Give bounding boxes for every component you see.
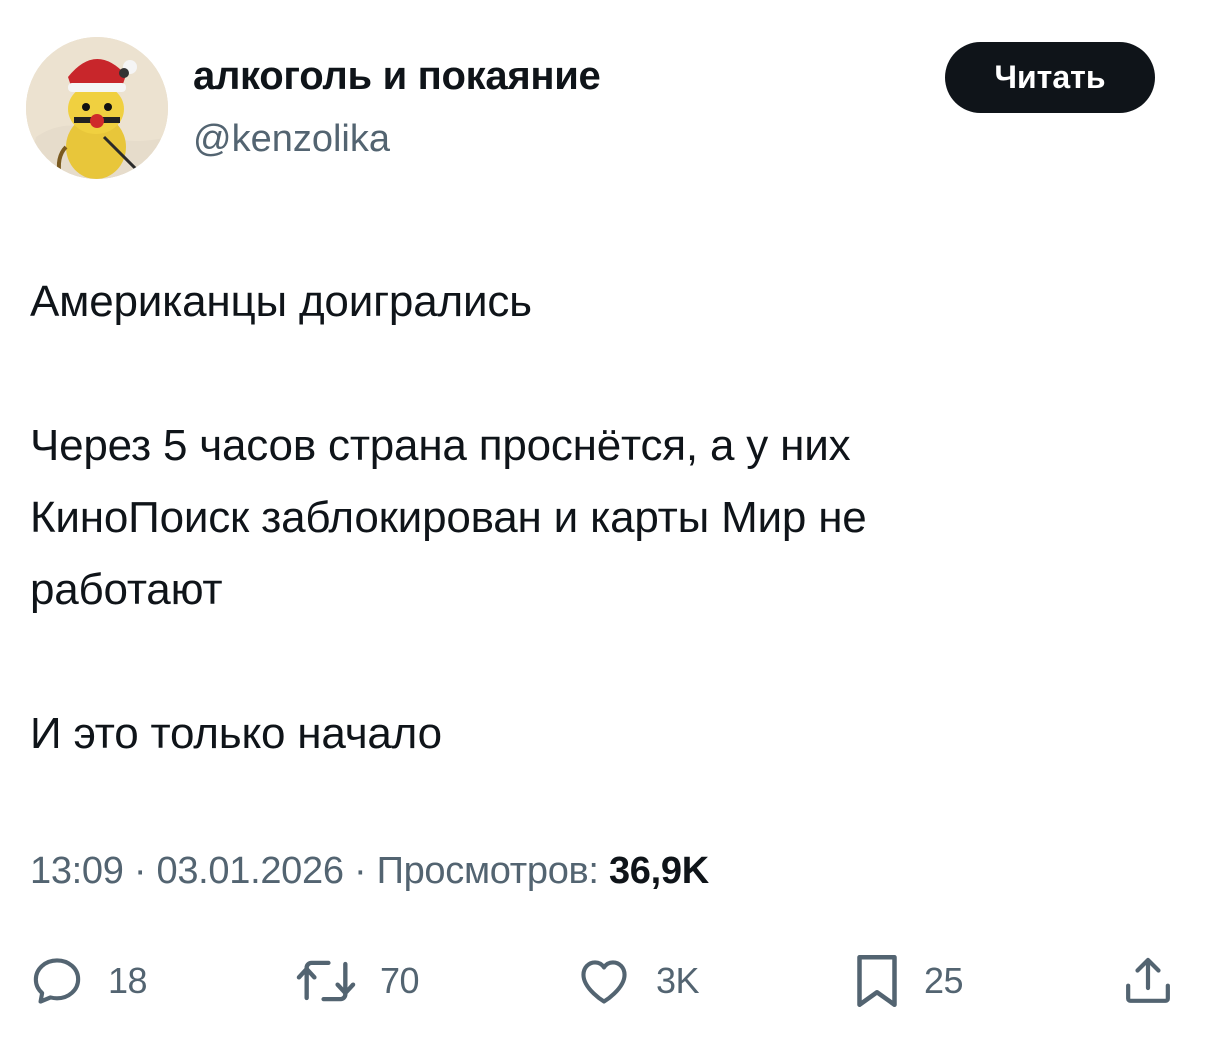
meta-separator: · — [133, 850, 147, 892]
tweet-date[interactable]: 03.01.2026 — [156, 850, 343, 892]
meta-separator: · — [353, 850, 367, 892]
author-handle[interactable]: @kenzolika — [193, 118, 390, 161]
retweet-icon — [296, 960, 356, 1002]
tweet-time[interactable]: 13:09 — [30, 850, 124, 892]
heart-icon — [581, 960, 627, 1004]
bookmark-icon — [857, 955, 897, 1007]
tweet-meta: 13:09 · 03.01.2026 · Просмотров: 36,9K — [30, 850, 709, 893]
avatar[interactable] — [26, 37, 168, 179]
bookmark-button[interactable]: 25 — [852, 946, 964, 1016]
reply-count: 18 — [108, 960, 148, 1001]
views-label: Просмотров: — [376, 850, 599, 892]
tweet-text: Американцы доигрались Через 5 часов стра… — [30, 277, 867, 758]
share-icon — [1126, 957, 1170, 1003]
follow-button[interactable]: Читать — [945, 42, 1155, 113]
share-button[interactable] — [1120, 946, 1176, 1016]
like-count: 3K — [656, 960, 700, 1001]
action-bar: 18 70 3K 25 — [0, 946, 1206, 1016]
retweet-count: 70 — [380, 960, 420, 1001]
reply-icon — [33, 958, 81, 1004]
retweet-button[interactable]: 70 — [294, 946, 420, 1016]
pikachu-santa-avatar-image — [26, 37, 168, 179]
author-display-name[interactable]: алкоголь и покаяние — [193, 54, 601, 99]
bookmark-count: 25 — [924, 960, 964, 1001]
views-count: 36,9K — [608, 850, 709, 892]
like-button[interactable]: 3K — [574, 946, 700, 1016]
reply-button[interactable]: 18 — [28, 946, 148, 1016]
